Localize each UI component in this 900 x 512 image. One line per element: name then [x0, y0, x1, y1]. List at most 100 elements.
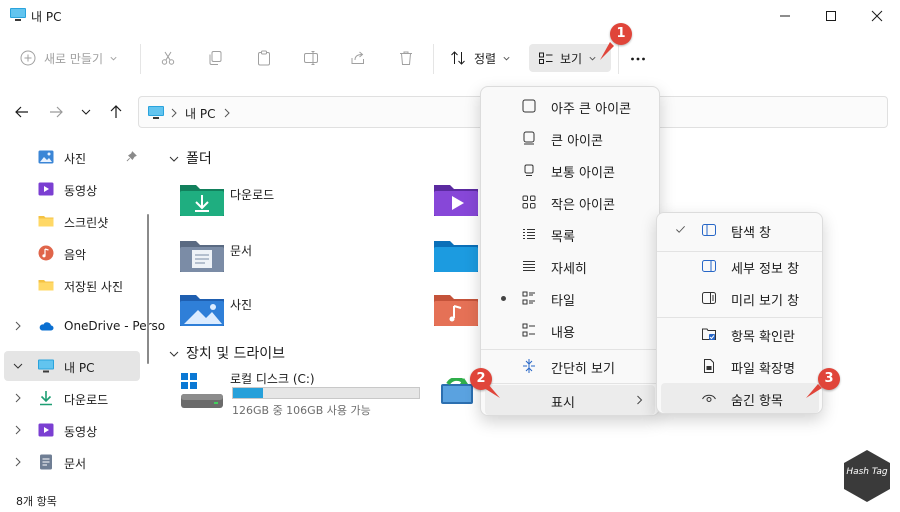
sidebar-item-label: 문서: [64, 457, 87, 471]
submenu-item-preview-pane[interactable]: 미리 보기 창: [661, 283, 819, 313]
sidebar-scrollbar[interactable]: [147, 214, 149, 364]
folder-tile-downloads[interactable]: 다운로드: [180, 180, 340, 220]
copy-button[interactable]: [207, 44, 223, 72]
badge-pointer-icon: [484, 384, 500, 398]
sidebar-item-pictures[interactable]: 사진: [4, 142, 140, 172]
menu-item-extra-large-icons[interactable]: 아주 큰 아이콘: [485, 91, 655, 121]
more-options-button[interactable]: [630, 44, 646, 72]
menu-item-show[interactable]: 표시: [485, 385, 655, 415]
menu-item-small-icons[interactable]: 작은 아이콘: [485, 187, 655, 217]
drives-group-header[interactable]: 장치 및 드라이브: [168, 343, 285, 363]
local-disk-icon: [181, 373, 223, 408]
back-arrow-icon[interactable]: [14, 104, 30, 120]
sidebar-item-videos[interactable]: 동영상: [4, 174, 140, 204]
rename-icon: [304, 51, 318, 65]
videos-folder-icon[interactable]: [434, 182, 478, 216]
chevron-down-icon[interactable]: [12, 360, 24, 372]
menu-item-label: 아주 큰 아이콘: [551, 102, 632, 117]
eye-icon: [702, 394, 716, 402]
chevron-right-icon[interactable]: [12, 320, 24, 332]
share-icon: [351, 51, 364, 64]
submenu-item-navigation-pane[interactable]: 탐색 창: [661, 215, 819, 245]
drive-tile-c[interactable]: 로컬 디스크 (C:) 126GB 중 106GB 사용 가능: [180, 370, 430, 417]
new-label: 새로 만들기: [44, 51, 104, 66]
details-view-icon: [523, 261, 535, 271]
submenu-item-file-extensions[interactable]: 파일 확장명: [661, 351, 819, 381]
menu-item-large-icons[interactable]: 큰 아이콘: [485, 123, 655, 153]
view-label: 보기: [560, 51, 583, 66]
new-button[interactable]: 새로 만들기: [20, 44, 118, 72]
menu-item-content[interactable]: 내용: [485, 315, 655, 345]
menu-item-list[interactable]: 목록: [485, 219, 655, 249]
documents-icon: [40, 454, 52, 470]
scissors-icon: [161, 51, 175, 65]
menu-item-label: 목록: [551, 230, 575, 245]
paste-button[interactable]: [256, 44, 272, 72]
sidebar-item-onedrive[interactable]: OneDrive - Perso: [4, 311, 165, 341]
sidebar-item-label: 스크린샷: [64, 216, 109, 230]
forward-arrow-icon[interactable]: [48, 104, 64, 120]
navigation-pane: 사진 동영상 스크린샷 음악 저장된 사진 OneDrive - Perso 내…: [0, 138, 165, 490]
list-view-icon: [523, 229, 535, 239]
sidebar-item-videos-pc[interactable]: 동영상: [4, 415, 140, 445]
menu-item-label: 자세히: [551, 262, 587, 277]
extra-large-icons-icon: [522, 99, 536, 113]
badge-pointer-icon: [600, 42, 614, 60]
chevron-right-icon[interactable]: [12, 392, 24, 404]
breadcrumb-this-pc[interactable]: 내 PC: [185, 105, 215, 122]
sidebar-item-this-pc[interactable]: 내 PC: [4, 351, 140, 381]
command-bar: 새로 만들기 정렬 보기: [0, 32, 900, 86]
sort-button[interactable]: 정렬: [450, 44, 511, 72]
folder-tile-pictures[interactable]: 사진: [180, 290, 340, 330]
minimize-button[interactable]: [762, 0, 808, 32]
sidebar-item-label: 동영상: [64, 184, 98, 198]
folder-label: 사진: [230, 298, 253, 312]
content-view-icon: [522, 323, 535, 337]
pin-icon[interactable]: [126, 151, 137, 162]
hashtag-watermark-logo: Hash Tag: [844, 450, 890, 502]
submenu-item-item-checkboxes[interactable]: 항목 확인란: [661, 319, 819, 349]
rename-button[interactable]: [303, 44, 319, 72]
maximize-icon: [826, 11, 836, 21]
sidebar-item-downloads[interactable]: 다운로드: [4, 383, 140, 413]
close-button[interactable]: [854, 0, 900, 32]
tiles-view-icon: [522, 291, 535, 305]
sidebar-item-documents[interactable]: 문서: [4, 447, 140, 477]
medium-icons-icon: [524, 164, 534, 176]
folders-group-header[interactable]: 폴더: [168, 148, 212, 168]
share-button[interactable]: [350, 44, 366, 72]
drive-usage-fill: [233, 388, 263, 398]
menu-item-medium-icons[interactable]: 보통 아이콘: [485, 155, 655, 185]
sidebar-item-screenshots[interactable]: 스크린샷: [4, 206, 140, 236]
maximize-button[interactable]: [808, 0, 854, 32]
up-arrow-icon[interactable]: [108, 104, 124, 120]
recent-locations-chevron-icon[interactable]: [80, 104, 92, 120]
delete-button[interactable]: [398, 44, 414, 72]
cut-button[interactable]: [160, 44, 176, 72]
sidebar-item-music[interactable]: 음악: [4, 238, 140, 268]
folder-tile-documents[interactable]: 문서: [180, 236, 340, 276]
desktop-folder-icon[interactable]: [434, 238, 478, 272]
sidebar-item-saved-pictures[interactable]: 저장된 사진: [4, 270, 140, 300]
toolbar-divider: [618, 44, 619, 74]
item-checkboxes-icon: [702, 328, 716, 340]
videos-icon: [38, 182, 54, 196]
breadcrumb-chevron-icon: [171, 108, 177, 118]
chevron-down-icon: [503, 56, 510, 60]
submenu-item-hidden-items[interactable]: 숨긴 항목: [661, 383, 819, 413]
network-drive-icon[interactable]: [440, 378, 474, 406]
trash-icon: [400, 51, 412, 65]
menu-item-tiles[interactable]: 타일: [485, 283, 655, 313]
downloads-folder-icon: [180, 185, 224, 216]
menu-item-compact-view[interactable]: 간단히 보기: [485, 351, 655, 381]
menu-item-label: 숨긴 항목: [731, 394, 783, 409]
submenu-item-details-pane[interactable]: 세부 정보 창: [661, 251, 819, 281]
music-folder-icon[interactable]: [434, 292, 478, 326]
selected-bullet-icon: [501, 296, 506, 301]
chevron-right-icon[interactable]: [12, 456, 24, 468]
folder-icon: [38, 216, 54, 227]
menu-item-label: 탐색 창: [731, 226, 772, 241]
menu-item-details[interactable]: 자세히: [485, 251, 655, 281]
chevron-down-icon: [110, 56, 117, 60]
chevron-right-icon[interactable]: [12, 424, 24, 436]
